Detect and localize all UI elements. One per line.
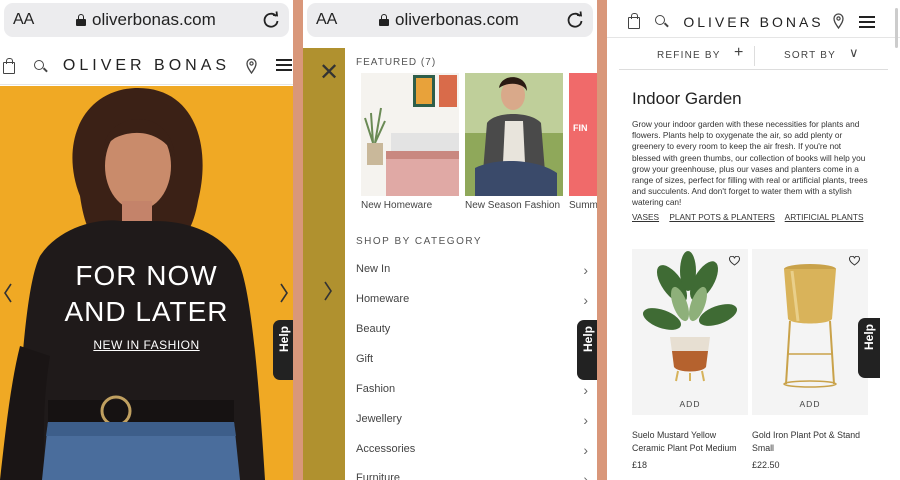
link-plant-pots[interactable]: PLANT POTS & PLANTERS — [669, 212, 774, 222]
product-price: £18 — [632, 460, 648, 470]
product-price: £22.50 — [752, 460, 780, 470]
menu-item-label: Accessories — [356, 443, 416, 455]
url-text[interactable]: oliverbonas.com — [92, 10, 216, 30]
product-image[interactable]: ADD — [632, 249, 748, 415]
address-bar[interactable]: AA oliverbonas.com — [307, 3, 593, 37]
sort-by-button[interactable]: SORT BY — [784, 50, 836, 61]
link-vases[interactable]: VASES — [632, 212, 659, 222]
help-tab[interactable]: Help — [273, 320, 293, 380]
scrollbar[interactable] — [895, 8, 898, 48]
homeware-image — [364, 75, 459, 196]
next-slide-icon — [324, 281, 332, 301]
menu-item-furniture[interactable]: Furniture › — [356, 471, 588, 480]
store-locator-icon[interactable] — [246, 58, 257, 74]
chevron-right-icon: › — [583, 442, 588, 458]
help-label: Help — [277, 325, 291, 352]
heart-icon[interactable] — [729, 256, 740, 266]
prev-slide-icon[interactable] — [3, 282, 13, 304]
address-bar[interactable]: AA oliverbonas.com — [4, 3, 289, 37]
menu-icon[interactable] — [859, 16, 875, 31]
product-name[interactable]: Gold Iron Plant Pot & Stand Small — [752, 429, 868, 455]
category-description: Grow your indoor garden with these neces… — [632, 119, 868, 208]
site-logo[interactable]: OLIVER BONAS — [607, 14, 900, 30]
shop-by-category-heading: SHOP BY CATEGORY — [356, 236, 483, 247]
help-tab[interactable]: Help — [577, 320, 597, 380]
featured-thumb-homeware[interactable] — [361, 73, 459, 196]
menu-item-label: Homeware — [356, 293, 410, 305]
menu-item-label: Beauty — [356, 323, 391, 335]
featured-thumb-fashion[interactable] — [465, 73, 563, 196]
menu-screen: AA oliverbonas.com ✕ FEATURED (7) FIN Ne… — [303, 0, 597, 480]
divider — [754, 46, 755, 66]
hero-headline-line1: FOR NOW — [75, 260, 218, 291]
menu-item-jewellery[interactable]: Jewellery › — [356, 412, 588, 428]
menu-item-beauty[interactable]: Beauty› — [356, 322, 588, 338]
text-size-button[interactable]: AA — [13, 11, 34, 29]
menu-item-fashion[interactable]: Fashion › — [356, 382, 588, 398]
menu-item-new-in[interactable]: New In › — [356, 262, 588, 278]
site-header: OLIVER BONAS — [0, 48, 293, 85]
close-icon[interactable]: ✕ — [319, 58, 339, 87]
refine-by-button[interactable]: REFINE BY — [657, 50, 721, 61]
hero-headline-line2: AND LATER — [64, 296, 229, 327]
next-slide-icon[interactable] — [279, 282, 289, 304]
reload-icon[interactable] — [261, 10, 281, 30]
menu-item-homeware[interactable]: Homeware › — [356, 292, 588, 308]
hero-banner[interactable]: FOR NOW AND LATER NEW IN FASHION — [0, 86, 293, 480]
page-title: Indoor Garden — [632, 89, 742, 108]
lock-icon — [379, 14, 389, 26]
featured-thumb-summer[interactable]: FIN — [569, 73, 597, 196]
site-header: OLIVER BONAS — [607, 4, 900, 38]
plus-icon[interactable]: + — [734, 44, 743, 62]
subcategory-links: VASES PLANT POTS & PLANTERS ARTIFICIAL P… — [632, 212, 872, 222]
chevron-right-icon: › — [583, 382, 588, 398]
menu-item-accessories[interactable]: Accessories › — [356, 442, 588, 458]
link-artificial-plants[interactable]: ARTIFICIAL PLANTS — [785, 212, 864, 222]
featured-caption-summer[interactable]: Summ — [569, 200, 597, 211]
product-card[interactable]: ADD Suelo Mustard Yellow Ceramic Plant P… — [632, 249, 748, 470]
chevron-right-icon: › — [583, 471, 588, 480]
chevron-down-icon[interactable]: ∨ — [849, 45, 859, 61]
new-season-fashion-image — [465, 73, 563, 196]
featured-label: FEATURED (7) — [356, 57, 437, 68]
summer-thumb-text: FIN — [573, 123, 588, 133]
hero-headline: FOR NOW AND LATER — [0, 258, 293, 330]
text-size-button[interactable]: AA — [316, 11, 337, 29]
menu-item-label: Furniture — [356, 472, 401, 480]
menu-item-label: Jewellery — [356, 413, 402, 425]
new-in-fashion-link[interactable]: NEW IN FASHION — [0, 338, 293, 352]
product-card[interactable]: ADD Gold Iron Plant Pot & Stand Small £2… — [752, 249, 868, 470]
chevron-right-icon: › — [583, 292, 588, 308]
help-label: Help — [862, 323, 876, 350]
reload-icon[interactable] — [565, 10, 585, 30]
chevron-right-icon: › — [583, 262, 588, 278]
chevron-right-icon: › — [583, 412, 588, 428]
background-page-strip[interactable] — [303, 48, 345, 480]
featured-caption-fashion[interactable]: New Season Fashion — [465, 200, 560, 211]
menu-item-label: Gift — [356, 353, 374, 365]
home-screen: AA oliverbonas.com OLIVER BONAS FOR NOW … — [0, 0, 293, 480]
heart-icon[interactable] — [849, 256, 860, 266]
help-label: Help — [581, 325, 595, 352]
featured-caption-homeware[interactable]: New Homeware — [361, 200, 432, 211]
product-name[interactable]: Suelo Mustard Yellow Ceramic Plant Pot M… — [632, 429, 748, 455]
lock-icon — [76, 14, 86, 26]
add-to-bag-button[interactable]: ADD — [632, 399, 748, 409]
add-to-bag-button[interactable]: ADD — [752, 399, 868, 409]
category-screen: OLIVER BONAS REFINE BY + SORT BY ∨ Indoo… — [607, 0, 900, 480]
url-text[interactable]: oliverbonas.com — [395, 10, 519, 30]
help-tab[interactable]: Help — [858, 318, 880, 378]
plant-pot-image — [642, 251, 738, 382]
product-image[interactable]: ADD — [752, 249, 868, 415]
menu-item-label: Fashion — [356, 383, 396, 395]
gold-pot-stand-image — [783, 264, 837, 388]
menu-icon[interactable] — [276, 59, 292, 74]
menu-item-label: New In — [356, 263, 391, 275]
menu-item-gift[interactable]: Gift› — [356, 352, 588, 368]
store-locator-icon[interactable] — [833, 13, 844, 29]
refine-sort-bar: REFINE BY + SORT BY ∨ — [619, 40, 888, 70]
